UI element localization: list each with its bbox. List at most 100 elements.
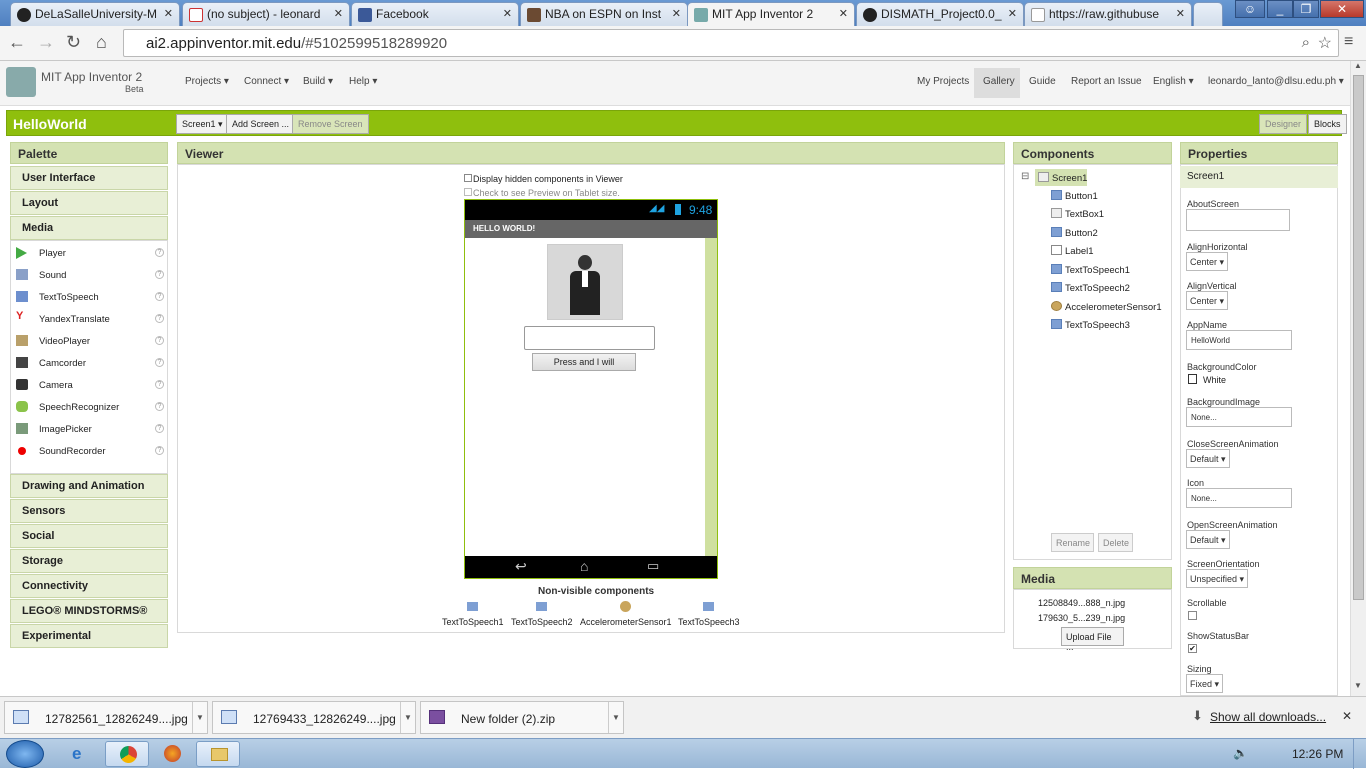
taskbar-ie-icon[interactable]: e [58, 741, 102, 767]
help-icon[interactable]: ? [155, 270, 164, 279]
collapse-tree-icon[interactable]: ⊟ [1021, 171, 1029, 182]
scrollbar-thumb[interactable] [1353, 75, 1364, 600]
close-tab-icon[interactable]: ✕ [839, 7, 848, 20]
help-icon[interactable]: ? [155, 292, 164, 301]
color-swatch[interactable] [1188, 374, 1197, 384]
download-item-3[interactable]: New folder (2).zip ▼ [420, 701, 624, 734]
prop-open-anim-select[interactable]: Default ▾ [1186, 530, 1230, 549]
dropdown-icon[interactable]: ▼ [400, 702, 415, 733]
prop-bgcolor-value[interactable]: White [1203, 375, 1226, 385]
palette-item-camera[interactable]: Camera? [14, 376, 164, 396]
show-all-downloads-link[interactable]: Show all downloads... [1210, 710, 1326, 724]
prop-scrollable-checkbox[interactable] [1188, 611, 1197, 620]
dropdown-icon[interactable]: ▼ [608, 702, 623, 733]
palette-item-speechrecognizer[interactable]: SpeechRecognizer? [14, 398, 164, 418]
help-icon[interactable]: ? [155, 314, 164, 323]
close-window-button[interactable]: ✕ [1320, 0, 1364, 18]
close-tab-icon[interactable]: ✕ [334, 7, 343, 20]
nonvisible-accelerometer[interactable]: AccelerometerSensor1 [580, 617, 672, 627]
phone-button[interactable]: Press and I will [532, 353, 636, 371]
dropdown-icon[interactable]: ▼ [192, 702, 207, 733]
palette-item-imagepicker[interactable]: ImagePicker? [14, 420, 164, 440]
close-tab-icon[interactable]: ✕ [1176, 7, 1185, 20]
media-file-1[interactable]: 12508849...888_n.jpg [1038, 598, 1125, 608]
menu-projects[interactable]: Projects ▾ [185, 76, 229, 87]
palette-item-yandextranslate[interactable]: Y YandexTranslate? [14, 310, 164, 330]
palette-item-soundrecorder[interactable]: SoundRecorder? [14, 442, 164, 462]
tab-raw-github[interactable]: https://raw.githubuse ✕ [1024, 2, 1192, 26]
phone-textbox[interactable] [524, 326, 655, 350]
palette-category-social[interactable]: Social [10, 524, 168, 548]
prop-orientation-select[interactable]: Unspecified ▾ [1186, 569, 1249, 588]
prop-close-anim-select[interactable]: Default ▾ [1186, 449, 1230, 468]
palette-category-media[interactable]: Media [10, 216, 168, 240]
tablet-preview-checkbox[interactable] [464, 188, 472, 196]
help-icon[interactable]: ? [155, 402, 164, 411]
tab-gmail[interactable]: (no subject) - leonard ✕ [182, 2, 350, 26]
help-icon[interactable]: ? [155, 446, 164, 455]
palette-item-camcorder[interactable]: Camcorder? [14, 354, 164, 374]
language-menu[interactable]: English ▾ [1153, 76, 1194, 87]
help-icon[interactable]: ? [155, 248, 164, 257]
nonvisible-texttospeech2[interactable]: TextToSpeech2 [511, 617, 573, 627]
palette-category-layout[interactable]: Layout [10, 191, 168, 215]
help-icon[interactable]: ? [155, 380, 164, 389]
prop-icon-input[interactable]: None... [1186, 488, 1292, 508]
palette-category-sensors[interactable]: Sensors [10, 499, 168, 523]
recents-nav-icon[interactable]: ▭ [647, 558, 659, 574]
palette-category-storage[interactable]: Storage [10, 549, 168, 573]
media-file-2[interactable]: 179630_5...239_n.jpg [1038, 613, 1125, 623]
nonvisible-texttospeech1[interactable]: TextToSpeech1 [442, 617, 504, 627]
link-my-projects[interactable]: My Projects [917, 76, 969, 87]
close-tab-icon[interactable]: ✕ [164, 7, 173, 20]
palette-item-player[interactable]: Player? [14, 244, 164, 264]
link-report-issue[interactable]: Report an Issue [1071, 76, 1142, 87]
help-icon[interactable]: ? [155, 336, 164, 345]
rename-button[interactable]: Rename [1051, 533, 1094, 552]
address-bar[interactable]: ai2.appinventor.mit.edu/#510259951828992… [123, 29, 1339, 57]
new-tab-button[interactable] [1193, 2, 1223, 26]
taskbar-firefox-icon[interactable] [150, 741, 194, 767]
page-scrollbar[interactable]: ▲ ▼ [1350, 61, 1366, 696]
display-hidden-checkbox[interactable] [464, 174, 472, 182]
taskbar-clock[interactable]: 12:26 PM [1292, 747, 1343, 761]
show-desktop-button[interactable] [1353, 739, 1366, 769]
prop-about-screen-input[interactable] [1186, 209, 1290, 231]
home-nav-icon[interactable]: ⌂ [580, 558, 588, 574]
back-icon[interactable]: ← [8, 32, 26, 52]
bookmark-star-icon[interactable]: ☆ [1318, 33, 1332, 53]
screen-select[interactable]: Screen1 ▾ [176, 114, 229, 134]
prop-bgimage-input[interactable]: None... [1186, 407, 1292, 427]
scroll-up-icon[interactable]: ▲ [1354, 61, 1362, 70]
prop-align-h-select[interactable]: Center ▾ [1186, 252, 1229, 271]
prop-appname-input[interactable]: HelloWorld [1186, 330, 1292, 350]
close-tab-icon[interactable]: ✕ [503, 7, 512, 20]
restore-button[interactable]: ❐ [1293, 0, 1319, 18]
help-icon[interactable]: ? [155, 358, 164, 367]
upload-file-button[interactable]: Upload File ... [1061, 627, 1124, 652]
account-menu[interactable]: leonardo_lanto@dlsu.edu.ph ▾ [1208, 76, 1344, 87]
close-tab-icon[interactable]: ✕ [672, 7, 681, 20]
palette-category-drawing[interactable]: Drawing and Animation [10, 474, 168, 498]
blocks-button[interactable]: Blocks [1308, 114, 1347, 134]
palette-category-user-interface[interactable]: User Interface [10, 166, 168, 190]
close-downloads-bar-icon[interactable]: ✕ [1342, 709, 1352, 723]
tab-app-inventor[interactable]: MIT App Inventor 2 ✕ [687, 2, 855, 26]
tab-dismath[interactable]: DISMATH_Project0.0_ ✕ [856, 2, 1024, 26]
menu-connect[interactable]: Connect ▾ [244, 76, 289, 87]
close-tab-icon[interactable]: ✕ [1008, 7, 1017, 20]
user-icon[interactable]: ☺ [1235, 0, 1265, 18]
taskbar-explorer-icon[interactable] [196, 741, 240, 767]
palette-category-lego[interactable]: LEGO® MINDSTORMS® [10, 599, 168, 623]
forward-icon[interactable]: → [37, 32, 55, 52]
remove-screen-button[interactable]: Remove Screen [292, 114, 369, 134]
delete-button[interactable]: Delete [1098, 533, 1133, 552]
reload-icon[interactable]: ↻ [66, 32, 81, 52]
palette-item-texttospeech[interactable]: TextToSpeech? [14, 288, 164, 308]
tab-facebook[interactable]: Facebook ✕ [351, 2, 519, 26]
tab-nba-instagram[interactable]: NBA on ESPN on Inst ✕ [520, 2, 688, 26]
palette-item-sound[interactable]: Sound? [14, 266, 164, 286]
designer-button[interactable]: Designer [1259, 114, 1308, 134]
menu-help[interactable]: Help ▾ [349, 76, 377, 87]
prop-sizing-select[interactable]: Fixed ▾ [1186, 674, 1224, 693]
